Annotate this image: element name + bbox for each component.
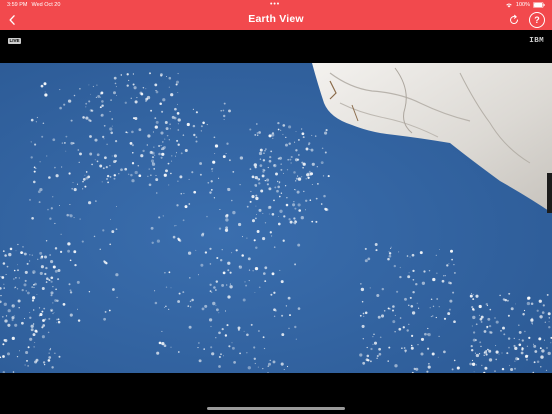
earth-image — [0, 63, 552, 373]
help-icon: ? — [534, 15, 540, 25]
status-right: 100% — [505, 2, 545, 8]
wifi-icon — [506, 3, 512, 8]
status-left: 3:59 PM Wed Oct 20 — [7, 2, 60, 8]
battery-icon — [533, 2, 545, 8]
home-indicator[interactable] — [207, 407, 345, 410]
refresh-button[interactable] — [506, 12, 522, 28]
ibm-logo: IBM — [529, 37, 544, 45]
earth-view-feed[interactable] — [0, 63, 552, 373]
status-date: Wed Oct 20 — [31, 2, 61, 8]
live-badge: LIVE — [8, 38, 22, 44]
help-button[interactable]: ? — [529, 12, 545, 28]
multitask-dots[interactable]: • • • — [270, 1, 279, 8]
refresh-icon — [510, 14, 519, 24]
page-title: Earth View — [248, 13, 304, 25]
status-bar: 3:59 PM Wed Oct 20 • • • 100% — [0, 0, 552, 10]
status-time: 3:59 PM — [7, 2, 28, 8]
battery-percent: 100% — [515, 2, 530, 8]
